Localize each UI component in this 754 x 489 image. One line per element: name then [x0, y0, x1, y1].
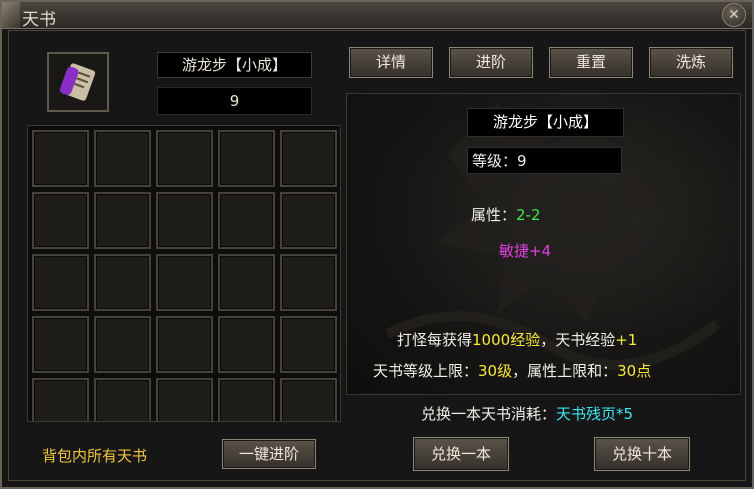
- reset-button[interactable]: 重置: [549, 47, 633, 78]
- bag-slot[interactable]: [32, 316, 89, 373]
- attribute-row: 属性：2-2: [471, 204, 541, 225]
- bag-grid: [27, 125, 341, 422]
- bag-slot[interactable]: [156, 316, 213, 373]
- attribute-label: 属性：: [471, 206, 517, 224]
- bag-slot[interactable]: [32, 254, 89, 311]
- advance-button[interactable]: 进阶: [449, 47, 533, 78]
- limit-text-1: 天书等级上限：: [373, 362, 479, 380]
- bag-slot[interactable]: [280, 378, 337, 421]
- detail-level-value: 9: [517, 152, 527, 170]
- bag-slot[interactable]: [218, 192, 275, 249]
- kill-gain: +1: [615, 331, 638, 349]
- bag-slot[interactable]: [218, 378, 275, 421]
- bag-slot[interactable]: [280, 130, 337, 187]
- limit-level: 30级: [478, 362, 513, 380]
- bag-slot[interactable]: [156, 254, 213, 311]
- bag-slot[interactable]: [94, 192, 151, 249]
- bag-slot[interactable]: [94, 254, 151, 311]
- bag-slot[interactable]: [32, 192, 89, 249]
- exchange-one-button[interactable]: 兑换一本: [413, 437, 509, 471]
- title-bar[interactable]: 天书 ✕: [2, 2, 752, 30]
- scroll-book-icon: [59, 63, 96, 101]
- detail-panel: 游龙步【小成】 等级：9 属性：2-2 敏捷+4 打怪每获得1000经验，天书经…: [346, 93, 741, 395]
- limit-points: 30点: [617, 362, 652, 380]
- exchange-cost-label: 兑换一本天书消耗：: [421, 405, 557, 423]
- level-limit-info: 天书等级上限：30级，属性上限和：30点: [373, 360, 651, 381]
- exchange-cost: 兑换一本天书消耗：天书残页*5: [421, 403, 633, 424]
- book-name: 游龙步【小成】: [157, 52, 312, 78]
- limit-text-2: ，属性上限和：: [512, 362, 618, 380]
- refine-button[interactable]: 洗炼: [649, 47, 733, 78]
- bag-slot[interactable]: [218, 130, 275, 187]
- bag-books-label: 背包内所有天书: [42, 447, 148, 465]
- bag-slot[interactable]: [94, 130, 151, 187]
- bag-slot[interactable]: [218, 254, 275, 311]
- kill-text-2: ，天书经验: [540, 331, 616, 349]
- book-level: 9: [157, 87, 312, 115]
- details-button[interactable]: 详情: [349, 47, 433, 78]
- bag-slot[interactable]: [32, 130, 89, 187]
- bag-slot[interactable]: [94, 316, 151, 373]
- bag-slot[interactable]: [156, 130, 213, 187]
- bag-slot[interactable]: [280, 192, 337, 249]
- detail-level-label: 等级：: [472, 152, 518, 170]
- bag-slot[interactable]: [218, 316, 275, 373]
- bag-slot[interactable]: [94, 378, 151, 421]
- exchange-ten-button[interactable]: 兑换十本: [594, 437, 690, 471]
- kill-exp-info: 打怪每获得1000经验，天书经验+1: [397, 329, 637, 350]
- close-icon[interactable]: ✕: [722, 3, 746, 27]
- exchange-cost-value: 天书残页*5: [556, 405, 634, 423]
- bag-slot[interactable]: [280, 316, 337, 373]
- bag-slot[interactable]: [156, 192, 213, 249]
- kill-text-1: 打怪每获得: [397, 331, 473, 349]
- window-title: 天书: [22, 10, 56, 30]
- book-slot[interactable]: [47, 52, 109, 112]
- detail-level: 等级：9: [467, 147, 622, 174]
- kill-exp: 1000经验: [472, 331, 541, 349]
- attribute-value: 2-2: [516, 206, 541, 224]
- detail-book-name: 游龙步【小成】: [467, 108, 624, 137]
- bag-slot[interactable]: [280, 254, 337, 311]
- bag-slot[interactable]: [32, 378, 89, 421]
- agility-stat: 敏捷+4: [499, 242, 552, 260]
- corner-ornament: [2, 2, 20, 28]
- bag-slot[interactable]: [156, 378, 213, 421]
- upgrade-all-button[interactable]: 一键进阶: [222, 439, 316, 469]
